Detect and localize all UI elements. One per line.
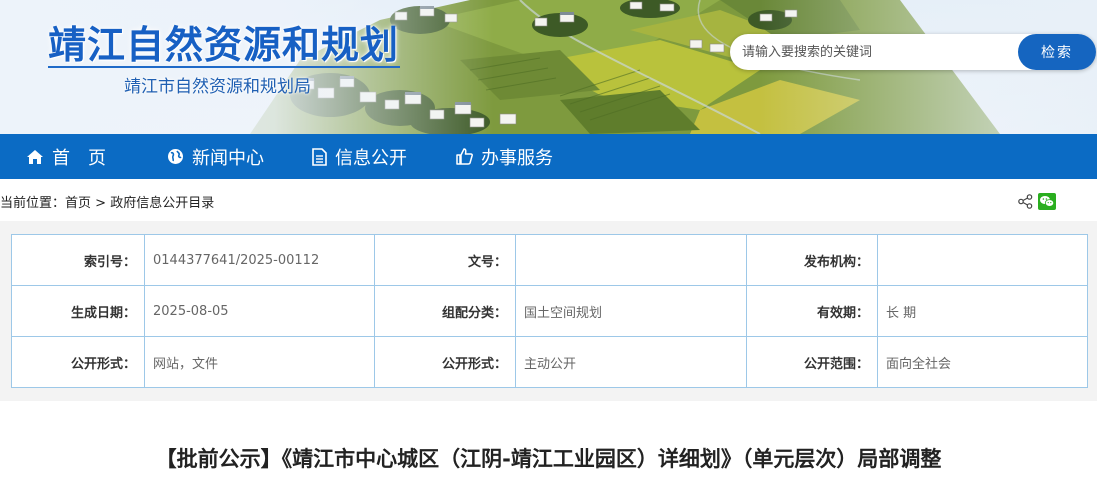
thumbs-up-icon bbox=[456, 148, 473, 165]
disclosure-form-label: 公开形式： bbox=[11, 336, 145, 388]
created-date-value: 2025-08-05 bbox=[144, 285, 375, 337]
title-divider bbox=[48, 66, 400, 68]
category-label: 组配分类： bbox=[374, 285, 516, 337]
document-number-label: 文号： bbox=[374, 234, 516, 286]
nav-item-service[interactable]: 办事服务 bbox=[456, 134, 553, 179]
breadcrumb-prefix: 当前位置： bbox=[0, 196, 66, 211]
disclosure-mode-value: 主动公开 bbox=[515, 336, 747, 388]
site-title: 靖江自然资源和规划 bbox=[48, 23, 400, 67]
created-date-label: 生成日期： bbox=[11, 285, 145, 337]
breadcrumb: 当前位置：首页 > 政府信息公开目录 bbox=[0, 192, 214, 211]
nav-service-label: 办事服务 bbox=[481, 147, 553, 169]
article-title: 【批前公示】《靖江市中心城区（江阴-靖江工业园区）详细划》（单元层次）局部调整 bbox=[155, 447, 942, 471]
table-row: 公开形式： 网站，文件 公开形式： 主动公开 公开范围： 面向全社会 bbox=[11, 336, 1088, 388]
disclosure-scope-label: 公开范围： bbox=[746, 336, 878, 388]
breadcrumb-separator: > bbox=[95, 196, 107, 211]
search-input[interactable] bbox=[742, 34, 1012, 70]
nav-item-news[interactable]: 新闻中心 bbox=[167, 134, 264, 179]
disclosure-form-value: 网站，文件 bbox=[144, 336, 375, 388]
share-icon[interactable] bbox=[1018, 194, 1033, 209]
index-number-value: 0144377641/2025-00112 bbox=[144, 234, 375, 286]
document-number-value bbox=[515, 234, 747, 286]
wechat-icon[interactable] bbox=[1038, 193, 1056, 210]
disclosure-scope-value: 面向全社会 bbox=[877, 336, 1088, 388]
nav-item-info[interactable]: 信息公开 bbox=[312, 134, 407, 179]
home-icon bbox=[27, 149, 43, 164]
category-value: 国土空间规划 bbox=[515, 285, 747, 337]
breadcrumb-home-link[interactable]: 首页 bbox=[65, 196, 91, 211]
index-number-label: 索引号： bbox=[11, 234, 145, 286]
validity-label: 有效期： bbox=[746, 285, 878, 337]
nav-item-home[interactable]: 首页 bbox=[26, 134, 124, 179]
main-nav: 首页 新闻中心 信息公开 办事服务 bbox=[0, 134, 1097, 179]
disclosure-mode-label: 公开形式： bbox=[374, 336, 516, 388]
document-metadata-table: 索引号： 0144377641/2025-00112 文号： 发布机构： 生成日… bbox=[11, 234, 1088, 388]
search-button[interactable]: 检索 bbox=[1018, 34, 1096, 70]
table-row: 生成日期： 2025-08-05 组配分类： 国土空间规划 有效期： 长 期 bbox=[11, 285, 1088, 337]
nav-home-label: 首页 bbox=[52, 147, 124, 169]
publisher-value bbox=[877, 234, 1088, 286]
nav-info-label: 信息公开 bbox=[335, 147, 407, 169]
table-row: 索引号： 0144377641/2025-00112 文号： 发布机构： bbox=[11, 234, 1088, 286]
validity-value: 长 期 bbox=[877, 285, 1088, 337]
globe-icon bbox=[168, 149, 183, 164]
search-box: 检索 bbox=[730, 34, 1096, 70]
site-subtitle: 靖江市自然资源和规划局 bbox=[124, 77, 311, 97]
nav-news-label: 新闻中心 bbox=[192, 147, 264, 169]
breadcrumb-current-link[interactable]: 政府信息公开目录 bbox=[110, 196, 214, 211]
publisher-label: 发布机构： bbox=[746, 234, 878, 286]
site-header: 靖江自然资源和规划 靖江市自然资源和规划局 检索 bbox=[0, 0, 1097, 134]
document-icon bbox=[312, 147, 327, 166]
